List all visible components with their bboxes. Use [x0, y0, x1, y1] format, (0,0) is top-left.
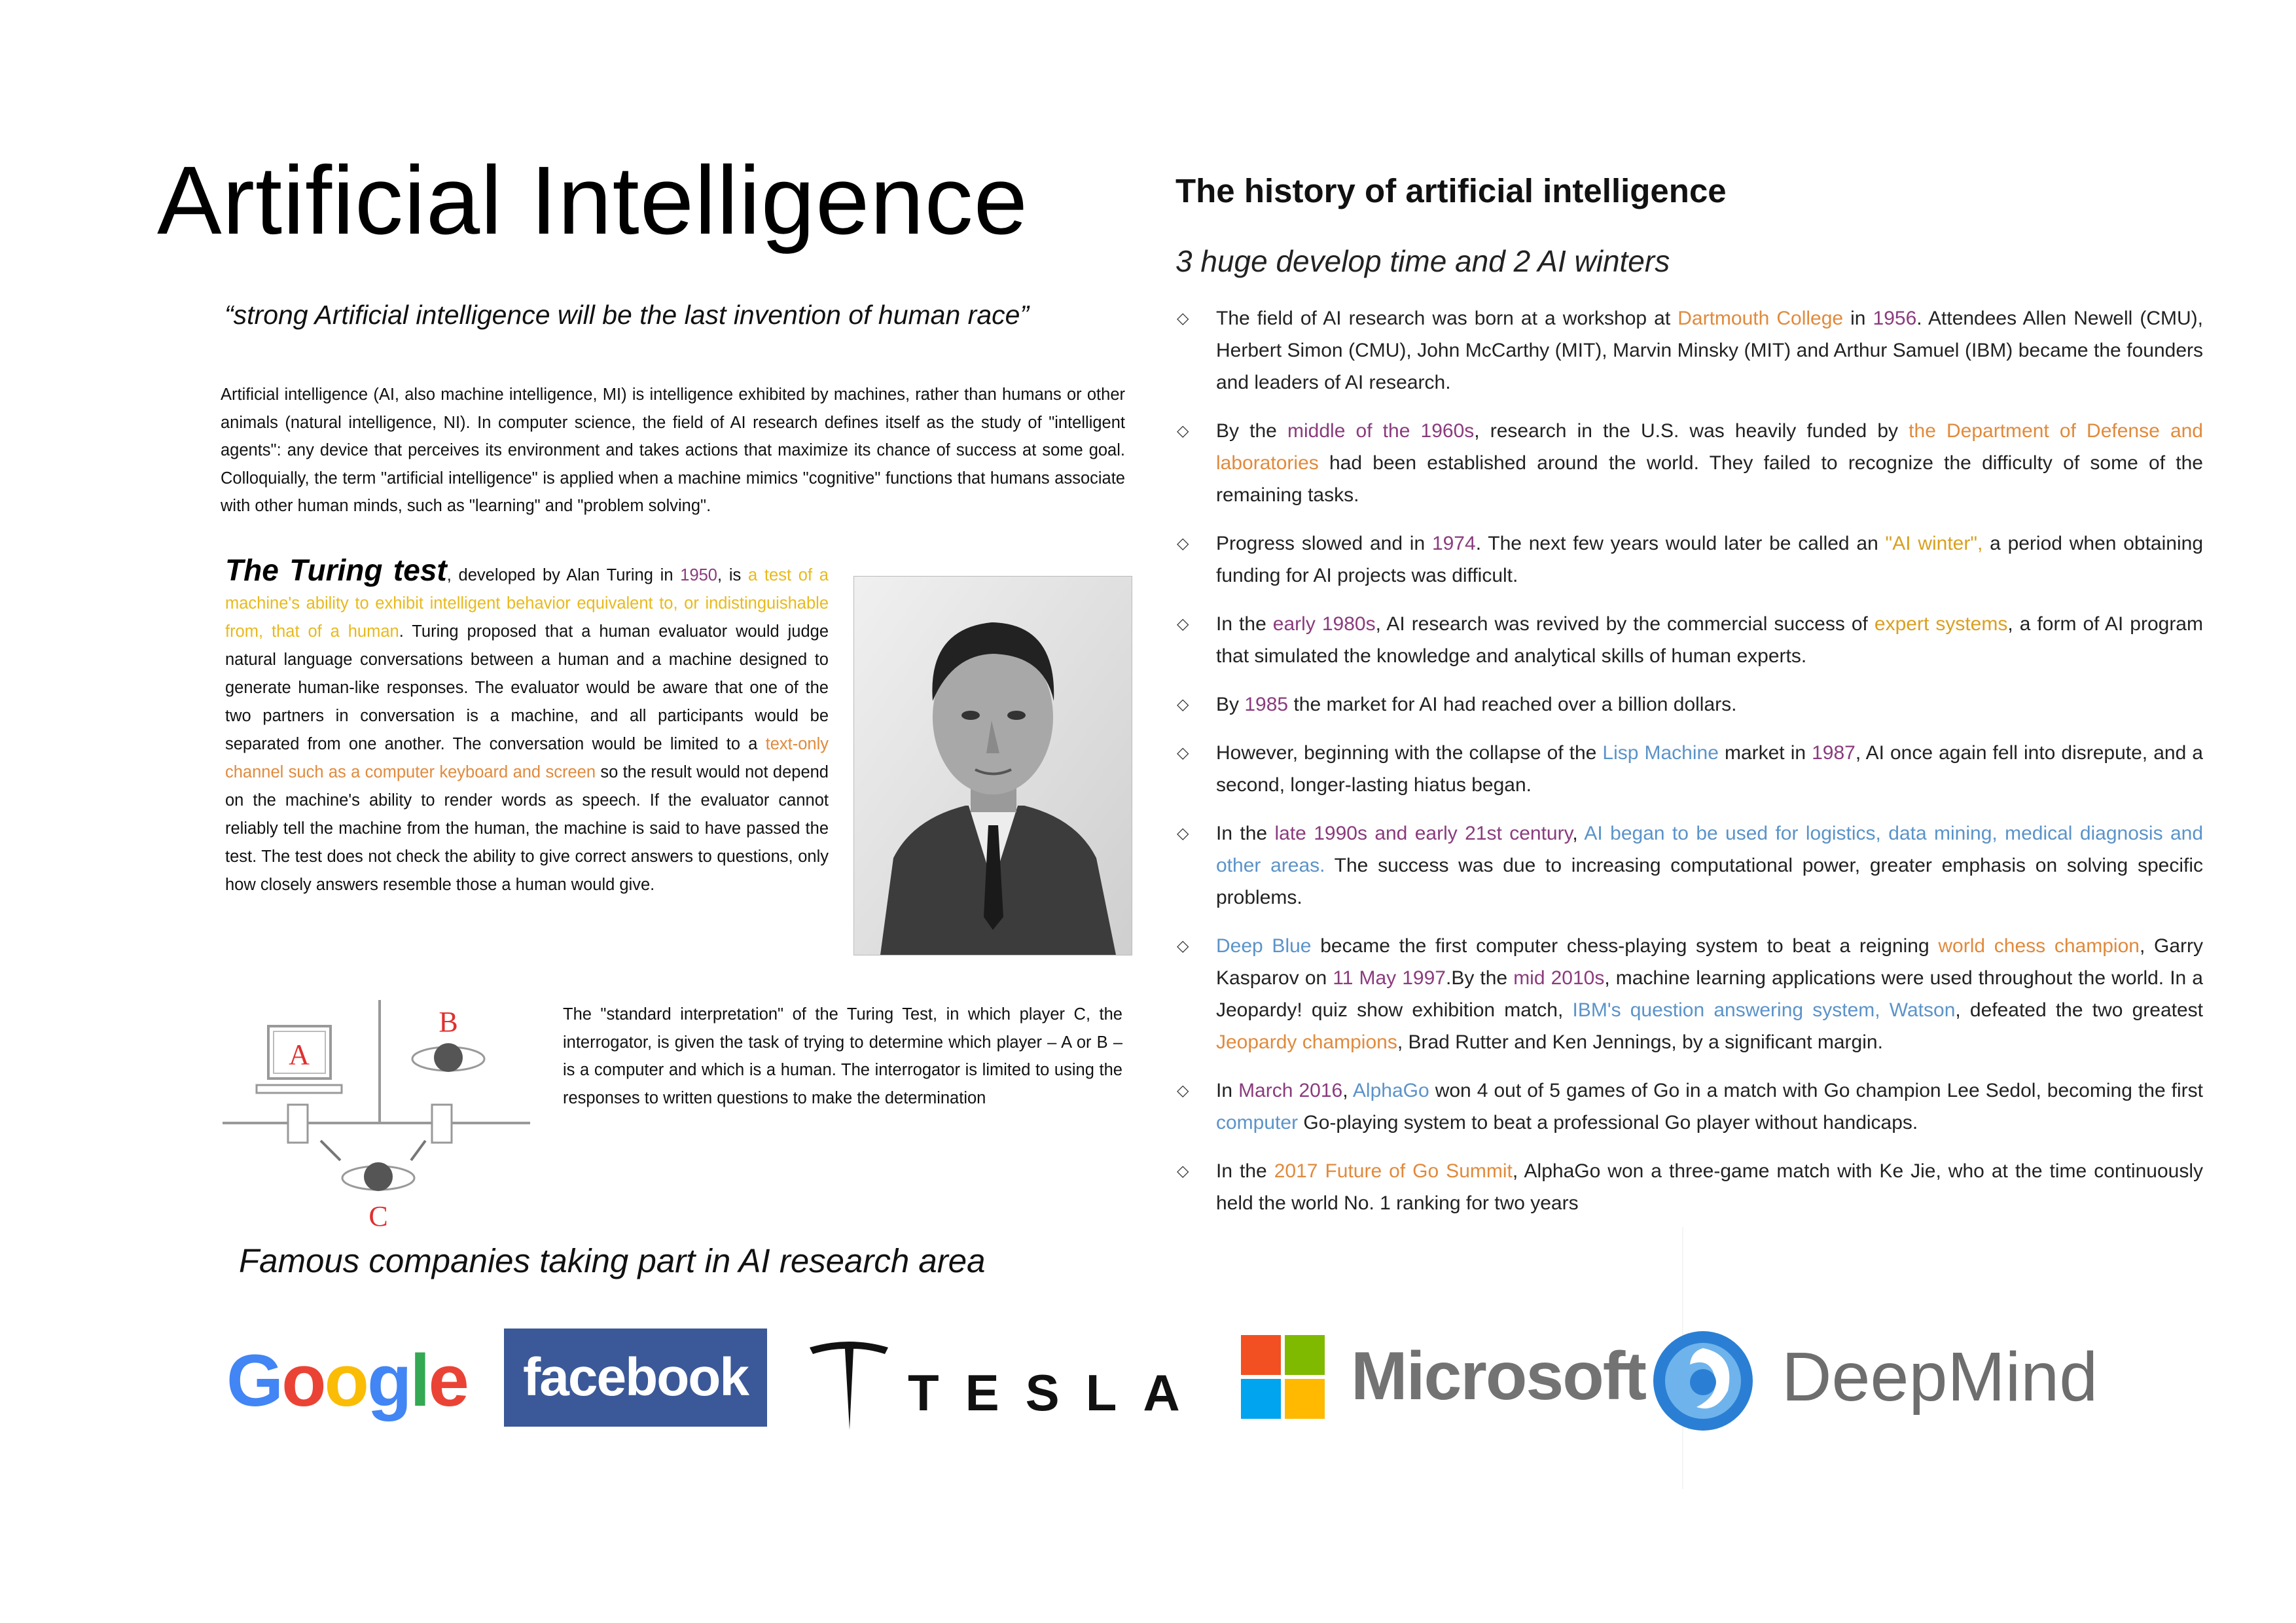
diamond-bullet-icon: ◇ [1177, 535, 1189, 552]
turing-text-segment: so the result would not depend on the ma… [225, 763, 829, 894]
google-logo: Google [226, 1340, 469, 1421]
diamond-bullet-icon: ◇ [1177, 422, 1189, 440]
turing-text-segment: , is [717, 566, 748, 584]
history-item-1980s: ◇ In the early 1980s, AI research was rev… [1175, 608, 2203, 672]
diamond-bullet-icon: ◇ [1177, 696, 1189, 713]
diamond-bullet-icon: ◇ [1177, 1082, 1189, 1099]
history-item-1974: ◇ Progress slowed and in 1974. The next f… [1175, 527, 2203, 592]
companies-heading: Famous companies taking part in AI resea… [239, 1242, 986, 1279]
history-item-1997: ◇ Deep Blue became the first computer che… [1175, 930, 2203, 1058]
diagram-caption: The "standard interpretation" of the Tur… [563, 1005, 1122, 1107]
diamond-bullet-icon: ◇ [1177, 310, 1189, 327]
facebook-logo: facebook [504, 1329, 767, 1427]
history-subtitle: 3 huge develop time and 2 AI winters [1175, 244, 1670, 278]
turing-year: 1950 [680, 566, 717, 584]
tesla-t-icon [810, 1342, 888, 1430]
tesla-logo: TESLA [806, 1338, 1180, 1430]
player-c-label: C [368, 1200, 387, 1232]
history-item-1985: ◇ By 1985 the market for AI had reached o… [1175, 688, 2203, 721]
history-item-2017: ◇ In the 2017 Future of Go Summit, AlphaG… [1175, 1155, 2203, 1219]
page-title: Artificial Intelligence [157, 147, 1028, 255]
diamond-bullet-icon: ◇ [1177, 615, 1189, 633]
microsoft-windows-icon [1241, 1335, 1325, 1419]
turing-text-segment: . Turing proposed that a human evaluator… [225, 622, 829, 753]
intro-paragraph: Artificial intelligence (AI, also machin… [221, 385, 1125, 515]
history-item-1956: ◇ The field of AI research was born at a … [1175, 302, 2203, 399]
history-item-1987: ◇ However, beginning with the collapse of… [1175, 737, 2203, 801]
turing-test-paragraph: The Turing test, developed by Alan Turin… [225, 553, 829, 899]
deepmind-swirl-icon [1653, 1331, 1753, 1431]
diamond-bullet-icon: ◇ [1177, 1162, 1189, 1180]
turing-test-diagram: A B C [223, 1000, 530, 1232]
alan-turing-photo [853, 576, 1132, 955]
diamond-bullet-icon: ◇ [1177, 825, 1189, 842]
history-item-1960s: ◇ By the middle of the 1960s, research in… [1175, 415, 2203, 511]
diamond-bullet-icon: ◇ [1177, 744, 1189, 762]
tesla-wordmark: TESLA [908, 1364, 1206, 1421]
history-item-1990s: ◇ In the late 1990s and early 21st centur… [1175, 817, 2203, 914]
player-b-label: B [439, 1006, 457, 1038]
history-title: The history of artificial intelligence [1175, 172, 1727, 209]
diamond-bullet-icon: ◇ [1177, 937, 1189, 955]
turing-text-segment: , developed by Alan Turing in [446, 566, 681, 584]
player-a-label: A [289, 1039, 310, 1071]
microsoft-wordmark: Microsoft [1351, 1338, 1647, 1414]
quote: “strong Artificial intelligence will be … [224, 300, 1030, 330]
history-list: ◇ The field of AI research was born at a … [1175, 302, 2203, 1236]
deepmind-wordmark: DeepMind [1782, 1338, 2098, 1416]
history-item-2016: ◇ In March 2016, AlphaGo won 4 out of 5 g… [1175, 1075, 2203, 1139]
turing-test-heading: The Turing test [225, 553, 447, 587]
